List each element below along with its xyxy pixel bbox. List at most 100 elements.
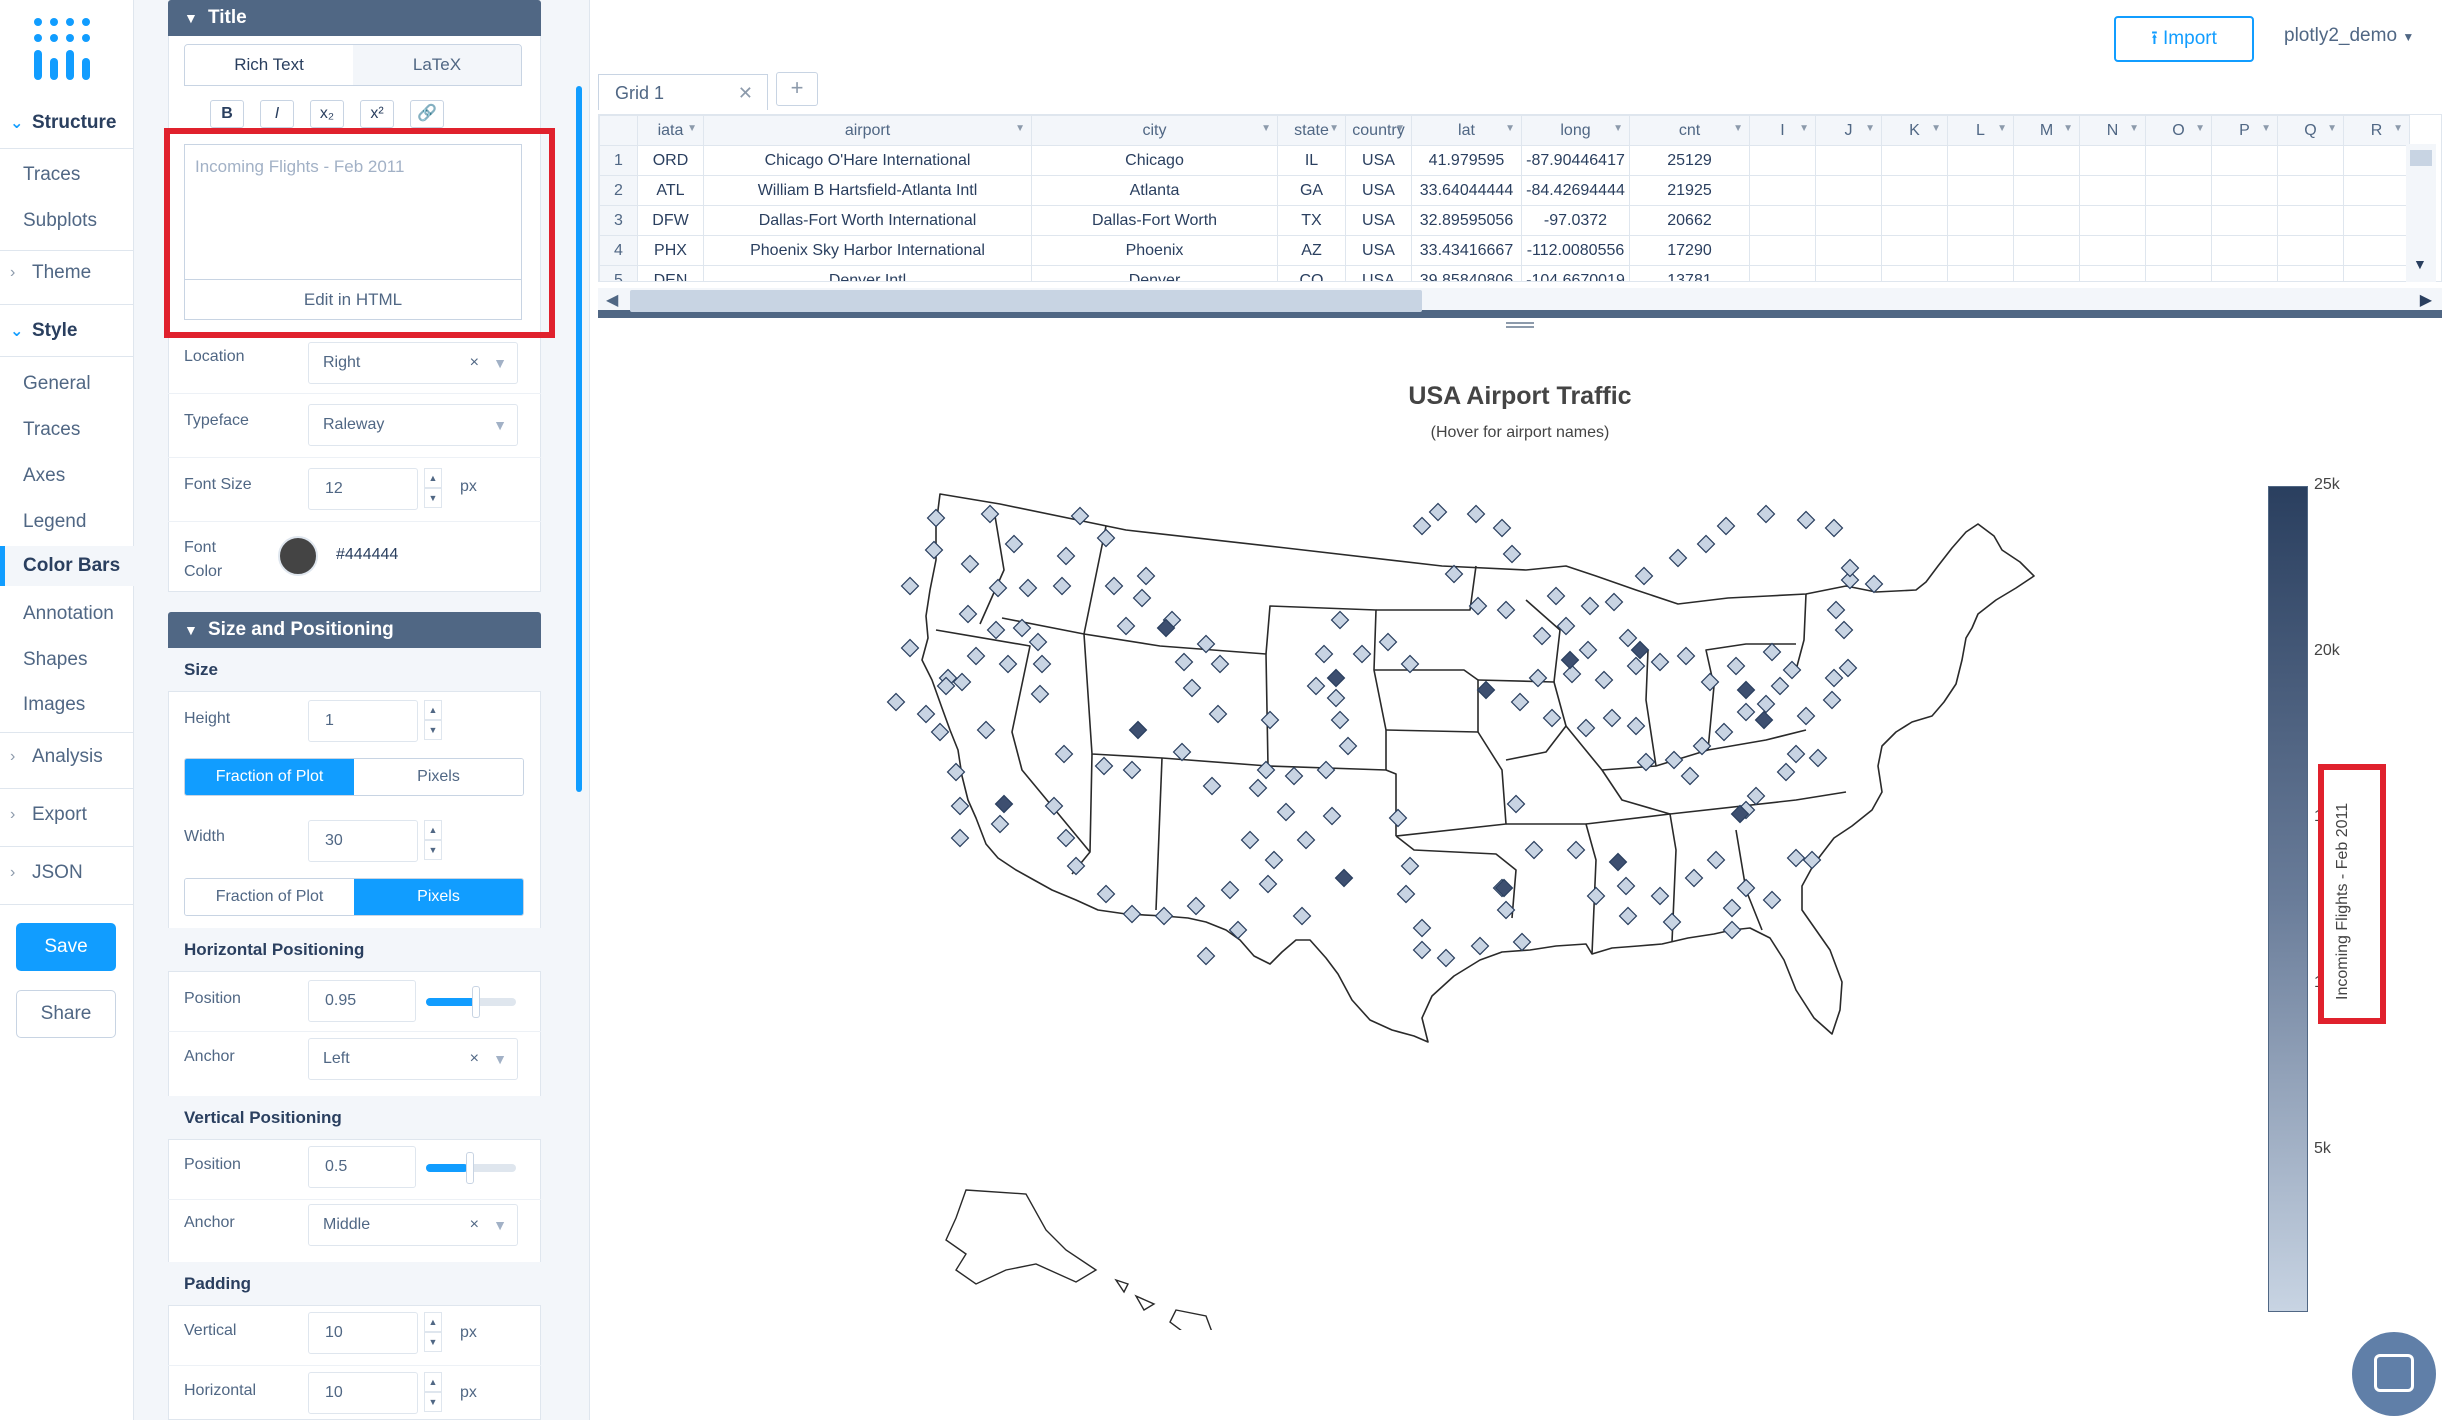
table-cell[interactable] [2013,175,2080,206]
table-cell[interactable] [1947,235,2014,266]
airport-marker[interactable] [1428,502,1448,522]
nav-group-json[interactable]: › JSON [0,856,134,890]
table-cell[interactable]: 32.89595056 [1411,205,1522,236]
table-cell[interactable]: Denver Intl [703,265,1032,281]
table-cell[interactable] [2145,265,2212,281]
nav-group-theme[interactable]: › Theme [0,256,134,290]
font-size-stepper[interactable]: ▲ ▼ [424,468,442,510]
table-cell[interactable] [2343,205,2410,236]
import-button[interactable]: ⭱ Import [2114,16,2254,62]
table-cell[interactable] [1749,145,1816,176]
increment-icon[interactable]: ▲ [424,820,442,840]
table-cell[interactable] [1815,205,1882,236]
table-cell[interactable]: PHX [637,235,704,266]
table-cell[interactable] [2013,235,2080,266]
table-cell[interactable] [1947,265,2014,281]
sort-icon[interactable]: ▼ [1329,123,1339,134]
table-cell[interactable]: Phoenix Sky Harbor International [703,235,1032,266]
table-cell[interactable] [2145,145,2212,176]
table-cell[interactable] [2013,145,2080,176]
height-mode-fraction[interactable]: Fraction of Plot [185,759,354,795]
table-cell[interactable]: 21925 [1629,175,1750,206]
table-cell[interactable]: William B Hartsfield-Atlanta Intl [703,175,1032,206]
column-header[interactable]: airport ▼ [703,115,1032,146]
height-input[interactable]: 1 [308,700,418,742]
slider-handle[interactable] [472,986,480,1018]
airport-marker[interactable] [1756,504,1776,524]
vpos-anchor-dropdown[interactable]: Middle × ▼ [308,1204,518,1246]
table-cell[interactable] [2343,265,2410,281]
tab-rich-text[interactable]: Rich Text [185,45,353,85]
sort-icon[interactable]: ▼ [2063,123,2073,134]
grid-resize-handle[interactable] [1506,322,1534,328]
table-cell[interactable] [1815,145,1882,176]
column-header[interactable]: city ▼ [1031,115,1278,146]
table-cell[interactable]: Atlanta [1031,175,1278,206]
table-cell[interactable] [2277,145,2344,176]
clear-icon[interactable]: × [470,1039,479,1079]
panel-scrollbar[interactable] [576,86,582,792]
link-button[interactable]: 🔗 [410,100,444,128]
nav-group-style[interactable]: ⌄ Style [0,314,134,348]
table-cell[interactable] [2211,145,2278,176]
decrement-icon[interactable]: ▼ [424,488,442,508]
table-cell[interactable]: GA [1277,175,1346,206]
table-cell[interactable] [1947,145,2014,176]
table-cell[interactable] [1749,205,1816,236]
scroll-thumb[interactable] [630,290,1422,312]
clear-icon[interactable]: × [470,343,479,383]
vpos-position-input[interactable]: 0.5 [308,1146,416,1188]
table-cell[interactable] [2145,175,2212,206]
airport-marker[interactable] [950,796,970,816]
column-header[interactable]: country ▼ [1345,115,1412,146]
airport-marker[interactable] [900,638,920,658]
table-cell[interactable]: TX [1277,205,1346,236]
nav-item-general[interactable]: General [0,364,134,404]
grid-tab[interactable]: Grid 1 ✕ [598,74,768,110]
nav-item-shapes[interactable]: Shapes [0,640,134,680]
row-number[interactable]: 2 [599,175,638,206]
nav-group-structure[interactable]: ⌄ Structure [0,106,134,140]
column-header[interactable]: Q ▼ [2277,115,2344,146]
column-header[interactable]: long ▼ [1521,115,1630,146]
width-mode-fraction[interactable]: Fraction of Plot [185,879,354,915]
grid-corner[interactable] [599,115,638,146]
table-cell[interactable] [1815,175,1882,206]
table-cell[interactable] [1749,265,1816,281]
sort-icon[interactable]: ▼ [1733,123,1743,134]
table-cell[interactable] [2013,205,2080,236]
table-cell[interactable] [2211,235,2278,266]
table-cell[interactable]: Dallas-Fort Worth [1031,205,1278,236]
table-cell[interactable]: DFW [637,205,704,236]
width-stepper[interactable]: ▲ ▼ [424,820,442,862]
nav-item-legend[interactable]: Legend [0,502,134,542]
column-header[interactable]: L ▼ [1947,115,2014,146]
table-cell[interactable]: Chicago O'Hare International [703,145,1032,176]
nav-item-images[interactable]: Images [0,685,134,725]
nav-item-axes[interactable]: Axes [0,456,134,496]
sort-icon[interactable]: ▼ [2129,123,2139,134]
height-stepper[interactable]: ▲ ▼ [424,700,442,742]
table-cell[interactable] [2343,145,2410,176]
table-cell[interactable] [1947,205,2014,236]
increment-icon[interactable]: ▲ [424,1372,442,1392]
table-cell[interactable] [2211,175,2278,206]
table-cell[interactable] [2277,235,2344,266]
table-cell[interactable] [2145,205,2212,236]
grid-horizontal-scrollbar[interactable]: ◀ ▶ [598,288,2442,318]
table-cell[interactable] [2277,205,2344,236]
column-header[interactable]: I ▼ [1749,115,1816,146]
table-cell[interactable]: ORD [637,145,704,176]
title-section-header[interactable]: ▼ Title [168,0,541,36]
airport-marker[interactable] [950,828,970,848]
nav-item-traces[interactable]: Traces [0,155,134,195]
table-cell[interactable]: 41.979595 [1411,145,1522,176]
table-cell[interactable]: 39.85840806 [1411,265,1522,281]
table-cell[interactable]: 33.43416667 [1411,235,1522,266]
slider-handle[interactable] [466,1152,474,1184]
airport-marker[interactable] [1716,516,1736,536]
decrement-icon[interactable]: ▼ [424,720,442,740]
column-header[interactable]: O ▼ [2145,115,2212,146]
nav-group-export[interactable]: › Export [0,798,134,832]
table-cell[interactable]: -104.6670019 [1521,265,1630,281]
